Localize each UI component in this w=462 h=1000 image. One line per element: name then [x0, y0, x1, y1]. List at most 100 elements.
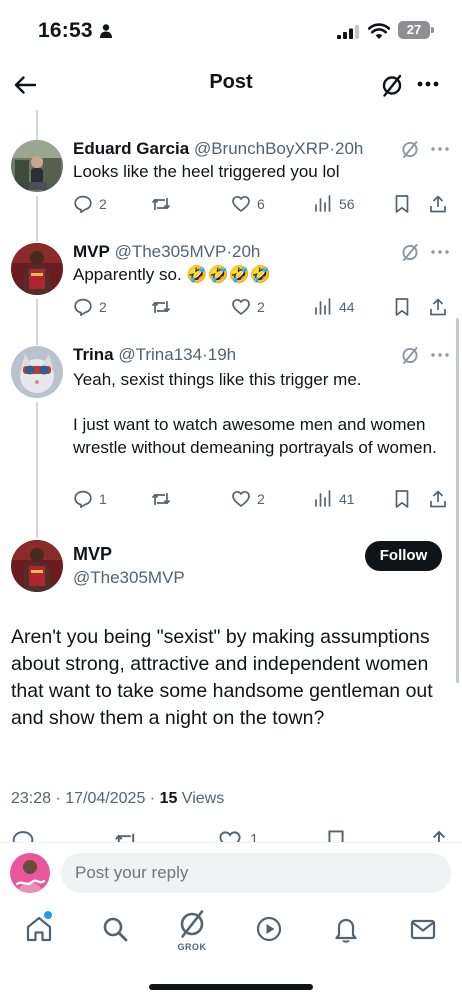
reply-icon[interactable] — [11, 829, 35, 842]
author-handle[interactable]: @The305MVP — [115, 242, 227, 261]
grok-icon[interactable] — [400, 242, 420, 262]
reply-count: 2 — [99, 196, 107, 212]
views-count: 56 — [339, 196, 355, 212]
share-button[interactable] — [428, 296, 454, 318]
reply-header: Eduard Garcia @BrunchBoyXRP·20h — [73, 139, 363, 159]
post-age[interactable]: 19h — [208, 345, 236, 364]
author-handle[interactable]: @BrunchBoyXRP — [194, 139, 329, 158]
tab-grok[interactable] — [177, 908, 207, 938]
user-avatar[interactable] — [10, 853, 50, 893]
like-icon[interactable] — [218, 829, 242, 842]
bookmark-button[interactable] — [392, 296, 418, 318]
avatar[interactable] — [11, 346, 63, 398]
tab-video[interactable] — [254, 914, 284, 944]
repost-button[interactable] — [151, 296, 177, 318]
reply-count: 1 — [99, 491, 107, 507]
action-bar: 2 6 56 — [73, 193, 453, 215]
reply-button[interactable]: 2 — [73, 296, 107, 318]
tab-notifications[interactable] — [331, 914, 361, 944]
more-icon[interactable] — [430, 144, 450, 154]
main-author-handle[interactable]: @The305MVP — [73, 568, 185, 588]
tab-messages[interactable] — [408, 914, 438, 944]
bell-icon — [335, 918, 357, 943]
author-name[interactable]: Eduard Garcia — [73, 139, 189, 158]
repost-button[interactable] — [151, 193, 177, 215]
thread-line — [36, 110, 38, 140]
share-icon[interactable] — [427, 829, 451, 842]
bookmark-button[interactable] — [392, 488, 418, 510]
like-count: 2 — [257, 491, 265, 507]
like-button[interactable]: 2 — [231, 296, 265, 318]
like-button[interactable]: 2 — [231, 488, 265, 510]
thread-line — [36, 196, 38, 242]
views-icon — [315, 195, 331, 212]
views-count: 41 — [339, 491, 355, 507]
grok-icon[interactable] — [400, 345, 420, 365]
post-text-line: Looks like the heel triggered you lol — [73, 162, 340, 181]
avatar[interactable] — [11, 140, 63, 192]
reply-button[interactable]: 2 — [73, 193, 107, 215]
post-timestamp[interactable]: 23:28 · 17/04/2025 · — [11, 790, 160, 807]
share-icon — [430, 195, 446, 213]
share-icon — [430, 298, 446, 316]
repost-icon — [151, 198, 171, 210]
home-indicator — [149, 984, 313, 990]
main-author-name[interactable]: MVP — [73, 544, 112, 565]
play-icon — [256, 916, 282, 942]
more-icon[interactable] — [416, 74, 440, 94]
grok-icon[interactable] — [400, 139, 420, 159]
post-text: Yeah, sexist things like this trigger me… — [73, 369, 443, 459]
author-name[interactable]: Trina — [73, 345, 114, 364]
like-count: 2 — [257, 299, 265, 315]
main-post-text: Aren't you being "sexist" by making assu… — [11, 626, 433, 729]
reply-header: Trina @Trina134·19h — [73, 345, 236, 365]
mail-icon — [410, 919, 436, 940]
tab-search[interactable] — [100, 914, 130, 944]
thread-line — [36, 299, 38, 345]
author-handle[interactable]: @Trina134 — [118, 345, 202, 364]
action-bar: 1 2 41 — [73, 488, 453, 510]
follow-button[interactable]: Follow — [365, 541, 442, 571]
author-name[interactable]: MVP — [73, 242, 110, 261]
avatar[interactable] — [11, 243, 63, 295]
notification-dot — [44, 911, 52, 919]
share-button[interactable] — [428, 488, 454, 510]
post-text: Apparently so. 🤣🤣🤣🤣 — [73, 264, 448, 287]
bookmark-icon — [395, 298, 409, 316]
like-button[interactable]: 6 — [231, 193, 265, 215]
like-icon — [232, 298, 250, 315]
reply-input[interactable] — [61, 853, 451, 893]
more-icon[interactable] — [430, 247, 450, 257]
post-text-line: Apparently so. 🤣🤣🤣🤣 — [73, 265, 272, 284]
reply-icon — [74, 195, 92, 214]
bookmark-icon — [395, 195, 409, 213]
views-icon — [315, 490, 331, 507]
post-text: Looks like the heel triggered you lol — [73, 161, 448, 184]
scrollbar[interactable] — [456, 318, 459, 683]
views-button[interactable]: 41 — [313, 488, 355, 510]
grok-icon[interactable] — [380, 72, 404, 98]
reply-icon — [74, 490, 92, 509]
share-button[interactable] — [428, 193, 454, 215]
post-age[interactable]: 20h — [335, 139, 363, 158]
thread-line — [36, 402, 38, 538]
like-icon — [232, 195, 250, 212]
repost-icon[interactable] — [114, 829, 138, 842]
post-age[interactable]: 20h — [232, 242, 260, 261]
share-icon — [430, 490, 446, 508]
views-count: 15 — [159, 790, 178, 807]
views-label: Views — [177, 790, 225, 807]
reply-button[interactable]: 1 — [73, 488, 107, 510]
views-count: 44 — [339, 299, 355, 315]
avatar[interactable] — [11, 540, 63, 592]
more-icon[interactable] — [430, 350, 450, 360]
like-count: 6 — [257, 196, 265, 212]
views-button[interactable]: 44 — [313, 296, 355, 318]
repost-button[interactable] — [151, 488, 177, 510]
reply-icon — [74, 298, 92, 317]
bookmark-icon[interactable] — [324, 829, 348, 842]
like-count: 1 — [250, 831, 259, 842]
bookmark-button[interactable] — [392, 193, 418, 215]
search-icon — [103, 917, 128, 942]
views-button[interactable]: 56 — [313, 193, 355, 215]
